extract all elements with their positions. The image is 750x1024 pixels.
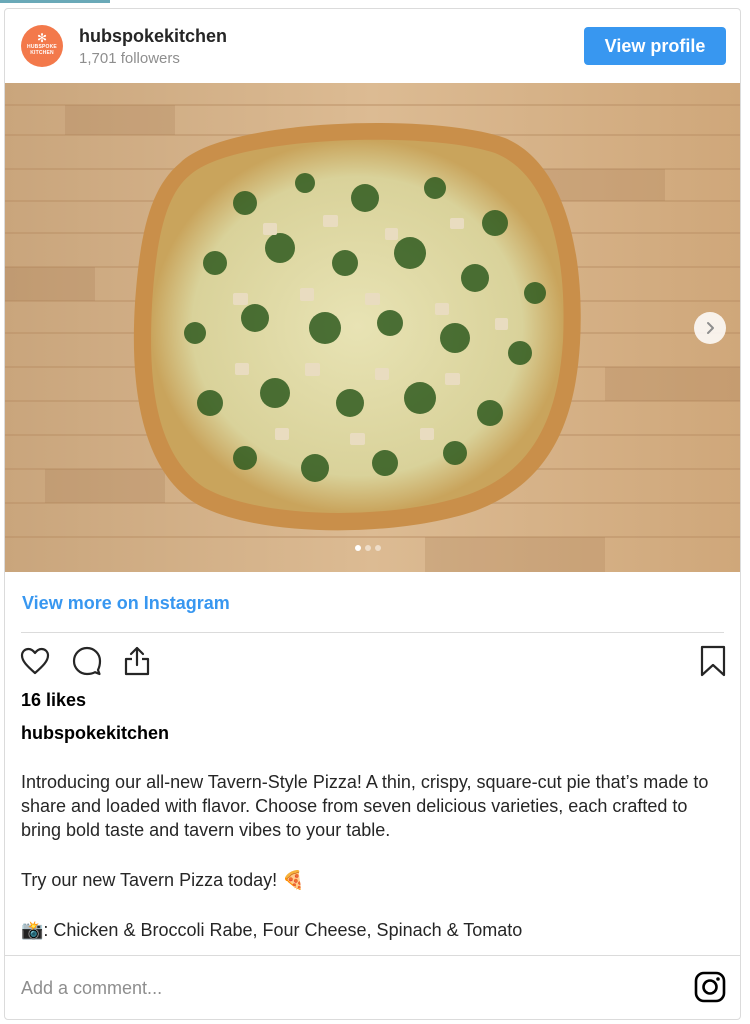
divider — [5, 955, 740, 956]
caption-username[interactable]: hubspokekitchen — [21, 723, 169, 744]
carousel-next-button[interactable] — [694, 312, 726, 344]
carousel-dot — [375, 545, 381, 551]
carousel-dot-active — [355, 545, 361, 551]
view-profile-button[interactable]: View profile — [584, 27, 726, 65]
share-icon — [124, 646, 150, 676]
post-image[interactable] — [5, 83, 740, 572]
like-count[interactable]: 16 likes — [21, 690, 86, 711]
comment-button[interactable] — [71, 645, 103, 677]
follower-count: 1,701 followers — [79, 50, 180, 67]
top-underline — [0, 0, 110, 3]
profile-username[interactable]: hubspokekitchen — [79, 26, 227, 47]
top-page-remnant — [0, 0, 750, 8]
add-comment-input[interactable] — [19, 967, 663, 1009]
carousel-dot — [365, 545, 371, 551]
post-header: ✻ HUBSPOKE KITCHEN hubspokekitchen 1,701… — [5, 9, 740, 83]
caption-paragraph: 📸: Chicken & Broccoli Rabe, Four Cheese,… — [21, 920, 523, 940]
avatar[interactable]: ✻ HUBSPOKE KITCHEN — [21, 25, 63, 67]
divider — [21, 632, 724, 633]
view-more-on-instagram-link[interactable]: View more on Instagram — [22, 593, 230, 614]
flower-icon: ✻ — [36, 31, 48, 45]
post-caption: Introducing our all-new Tavern-Style Piz… — [21, 770, 726, 942]
caption-paragraph: Try our new Tavern Pizza today! 🍕 — [21, 870, 305, 890]
avatar-text: HUBSPOKE KITCHEN — [27, 44, 57, 56]
save-button[interactable] — [697, 645, 729, 677]
instagram-icon[interactable] — [694, 971, 726, 1003]
pizza-photo — [5, 83, 740, 572]
bookmark-icon — [700, 645, 726, 677]
like-button[interactable] — [19, 645, 51, 677]
instagram-embed-card: ✻ HUBSPOKE KITCHEN hubspokekitchen 1,701… — [4, 8, 741, 1020]
share-button[interactable] — [121, 645, 153, 677]
comment-icon — [72, 646, 102, 676]
action-bar — [19, 645, 729, 679]
carousel-indicator — [355, 545, 381, 551]
chevron-right-icon — [707, 322, 714, 334]
caption-paragraph: Introducing our all-new Tavern-Style Piz… — [21, 772, 709, 840]
heart-icon — [20, 647, 50, 675]
